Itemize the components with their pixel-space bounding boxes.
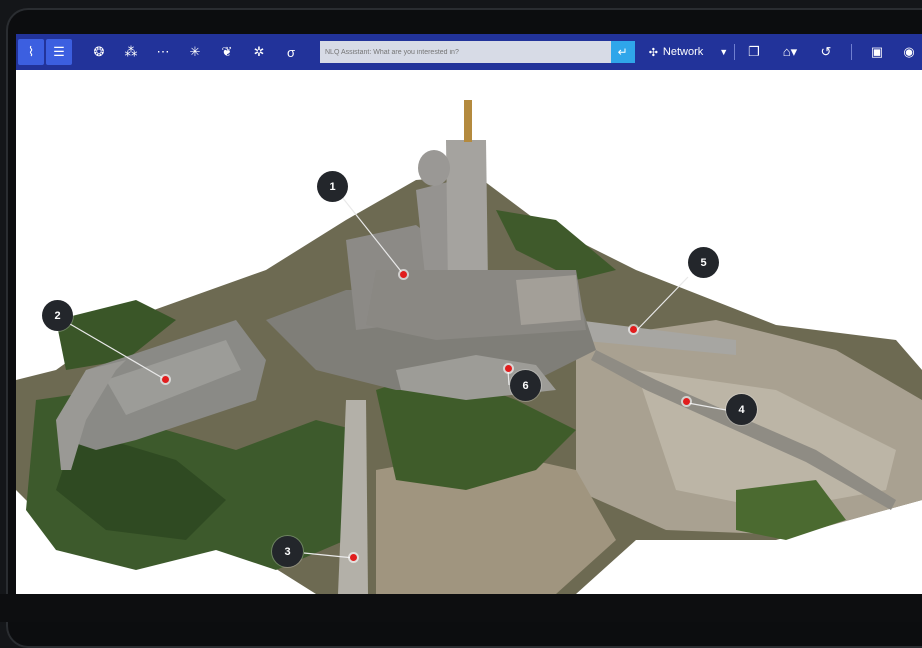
- sigma-icon: σ: [286, 44, 296, 60]
- map-marker-6[interactable]: 6: [510, 370, 541, 401]
- marker-label: 3: [284, 545, 291, 558]
- network-label: Network: [662, 46, 704, 58]
- marker-label: 2: [54, 309, 61, 322]
- layers-icon: ❐: [748, 44, 760, 59]
- history-button[interactable]: ↺: [813, 39, 839, 65]
- map-marker-3[interactable]: 3: [272, 536, 303, 567]
- location-pin-1[interactable]: [400, 271, 407, 278]
- nlq-search: ↵: [320, 41, 635, 63]
- toolbar-divider: [734, 44, 735, 60]
- tower-statue: [464, 100, 472, 142]
- satellite-tool-button[interactable]: ✲: [246, 39, 272, 65]
- location-pin-3[interactable]: [350, 554, 357, 561]
- toolbar-divider: [851, 44, 852, 60]
- map-marker-1[interactable]: 1: [317, 171, 348, 202]
- share-tool-button[interactable]: ⋯: [150, 39, 176, 65]
- camera-button[interactable]: ▣: [864, 39, 890, 65]
- fortress-bastion: [516, 275, 581, 325]
- device-bottom-bezel: [0, 594, 922, 622]
- satellite-icon: ✲: [253, 44, 265, 59]
- list-view-button[interactable]: ☰: [46, 39, 72, 65]
- graph-tool-button[interactable]: ✳: [182, 39, 208, 65]
- sigma-tool-button[interactable]: σ: [278, 39, 304, 65]
- bell-tower: [446, 140, 488, 288]
- network-selector[interactable]: ✣ Network: [649, 46, 704, 59]
- graph-icon: ✳: [189, 44, 201, 59]
- 3d-map-view[interactable]: 1 2 3 4 5 6: [16, 70, 922, 594]
- settings-dropdown-icon: ⌂▾: [782, 44, 798, 59]
- network-icon: ✣: [648, 46, 658, 59]
- location-pin-4[interactable]: [683, 398, 690, 405]
- settings-dropdown-button[interactable]: ⌂▾: [773, 39, 807, 65]
- toolbar-right-group: ❐ ⌂▾ ↺ ▣ ◉: [741, 39, 922, 65]
- eye-icon: ◉: [903, 44, 915, 59]
- layers-button[interactable]: ❐: [741, 39, 767, 65]
- insight-tool-button[interactable]: ❦: [214, 39, 240, 65]
- eye-button[interactable]: ◉: [896, 39, 922, 65]
- basilica-dome: [418, 150, 450, 186]
- chevron-down-icon[interactable]: ▼: [719, 47, 728, 57]
- chart-icon: ⌇: [27, 44, 35, 59]
- search-submit-button[interactable]: ↵: [610, 41, 635, 63]
- camera-icon: ▣: [870, 44, 884, 59]
- app-screen: ⌇ ☰ ❂ ⁂ ⋯ ✳ ❦ ✲ σ ↵ ✣ Network ▼: [16, 34, 922, 594]
- nlq-search-input[interactable]: [320, 41, 611, 63]
- top-toolbar: ⌇ ☰ ❂ ⁂ ⋯ ✳ ❦ ✲ σ ↵ ✣ Network ▼: [16, 34, 922, 70]
- network-nodes-tool-button[interactable]: ⁂: [118, 39, 144, 65]
- marker-label: 6: [522, 379, 529, 392]
- location-pin-2[interactable]: [162, 376, 169, 383]
- map-marker-4[interactable]: 4: [726, 394, 757, 425]
- chart-view-button[interactable]: ⌇: [18, 39, 44, 65]
- terrain-model: [16, 100, 922, 594]
- list-icon: ☰: [53, 44, 65, 59]
- marker-label: 4: [738, 403, 745, 416]
- marker-label: 1: [329, 180, 336, 193]
- brain-icon: ❂: [93, 44, 105, 59]
- map-marker-2[interactable]: 2: [42, 300, 73, 331]
- map-marker-5[interactable]: 5: [688, 247, 719, 278]
- share-nodes-icon: ⋯: [156, 44, 170, 59]
- history-icon: ↺: [820, 44, 832, 59]
- lightbulb-icon: ❦: [221, 44, 233, 59]
- location-pin-5[interactable]: [630, 326, 637, 333]
- marker-label: 5: [700, 256, 707, 269]
- view-toggle-group: ⌇ ☰: [18, 39, 72, 65]
- brain-tool-button[interactable]: ❂: [86, 39, 112, 65]
- enter-icon: ↵: [617, 45, 628, 59]
- location-pin-6[interactable]: [505, 365, 512, 372]
- network-nodes-icon: ⁂: [124, 44, 138, 59]
- analysis-tools: ❂ ⁂ ⋯ ✳ ❦ ✲ σ: [86, 39, 304, 65]
